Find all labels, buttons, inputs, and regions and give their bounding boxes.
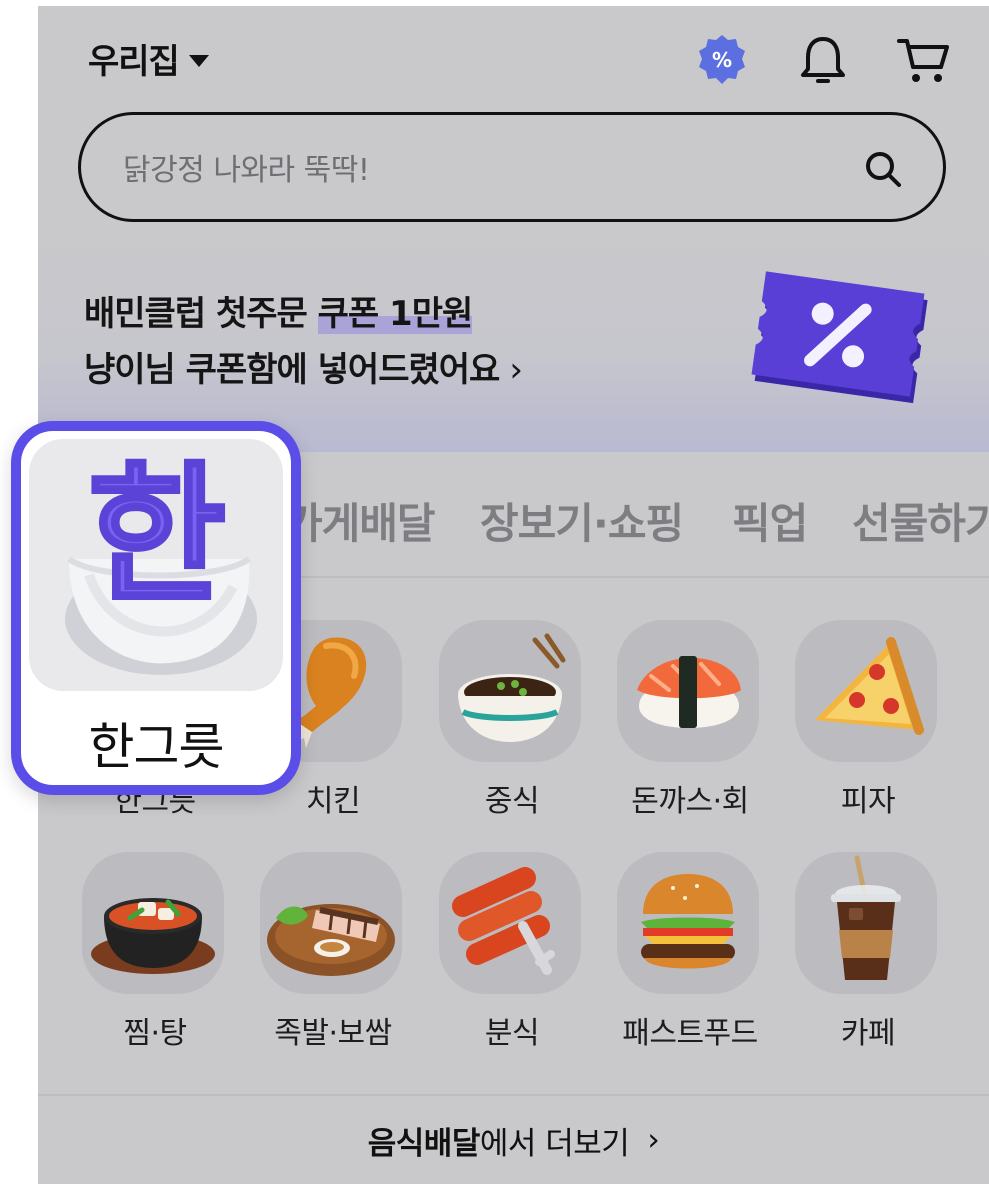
more-food-delivery-link[interactable]: 음식배달에서 더보기 ›: [38, 1094, 989, 1184]
category-stew[interactable]: 찜·탕: [82, 852, 228, 1052]
bell-icon[interactable]: [793, 30, 853, 90]
location-selector[interactable]: 우리집: [88, 34, 209, 83]
more-link-rest: 에서 더보기: [479, 1125, 630, 1162]
sushi-icon: [617, 620, 759, 762]
stew-icon: [82, 852, 224, 994]
promo-line-1-prefix: 배민클럽 첫주문: [84, 294, 318, 334]
promo-line-2: 냥이님 쿠폰함에 넣어드렸어요 ›: [84, 342, 523, 391]
chevron-right-icon: ›: [647, 1122, 660, 1158]
coffee-icon: [795, 852, 937, 994]
hangrut-badge-char: 한: [88, 449, 226, 623]
top-bar: 우리집 %: [38, 6, 989, 106]
highlighted-category-hangrut[interactable]: 한 한그릇: [11, 421, 301, 795]
caret-down-icon: [188, 54, 209, 67]
more-link-strong: 음식배달: [367, 1125, 481, 1162]
more-link-text: 음식배달에서 더보기: [368, 1118, 630, 1163]
category-cafe[interactable]: 카페: [795, 852, 941, 1052]
category-label: 패스트푸드: [622, 1016, 758, 1051]
promo-line-2-text: 냥이님 쿠폰함에 넣어드렸어요: [84, 350, 500, 390]
location-label: 우리집: [88, 42, 180, 82]
pizza-icon: [795, 620, 937, 762]
category-pizza[interactable]: 피자: [795, 620, 941, 820]
cart-icon[interactable]: [893, 30, 953, 90]
category-label: 족발·보쌈: [274, 1016, 392, 1051]
category-label: 피자: [840, 784, 896, 819]
burger-icon: [617, 852, 759, 994]
promo-highlight: 쿠폰 1만원: [317, 294, 473, 334]
category-chinese[interactable]: 중식: [439, 620, 585, 820]
category-fastfood[interactable]: 패스트푸드: [617, 852, 763, 1052]
category-tonkatsu-sushi[interactable]: 돈까스·회: [617, 620, 763, 820]
highlighted-category-label: 한그릇: [88, 718, 225, 776]
svg-text:%: %: [712, 48, 732, 72]
category-bunsik[interactable]: 분식: [439, 852, 585, 1052]
search-bar[interactable]: 닭강정 나와라 뚝딱!: [78, 112, 946, 222]
search-placeholder: 닭강정 나와라 뚝딱!: [123, 153, 370, 188]
jokbal-icon: [260, 852, 402, 994]
coupon-ticket-icon: [751, 271, 928, 404]
tab-pickup[interactable]: 픽업: [732, 490, 808, 551]
category-label: 카페: [840, 1016, 896, 1051]
tteokbokki-icon: [439, 852, 581, 994]
tab-delivery[interactable]: 가게배달: [284, 490, 436, 551]
tab-gift[interactable]: 선물하기: [852, 490, 989, 551]
category-jokbal[interactable]: 족발·보쌈: [260, 852, 406, 1052]
search-icon[interactable]: [863, 149, 903, 189]
promo-line-1: 배민클럽 첫주문 쿠폰 1만원: [84, 286, 473, 335]
category-label: 분식: [484, 1016, 540, 1051]
discount-badge-icon[interactable]: %: [692, 30, 752, 90]
chevron-right-icon: ›: [509, 350, 523, 390]
category-label: 중식: [484, 784, 540, 819]
jajangmyeon-icon: [439, 620, 581, 762]
hangrut-bowl-icon: 한: [29, 439, 283, 691]
tab-shopping[interactable]: 장보기·쇼핑: [480, 490, 684, 551]
category-label: 찜·탕: [123, 1016, 187, 1051]
category-label: 돈까스·회: [631, 784, 749, 819]
